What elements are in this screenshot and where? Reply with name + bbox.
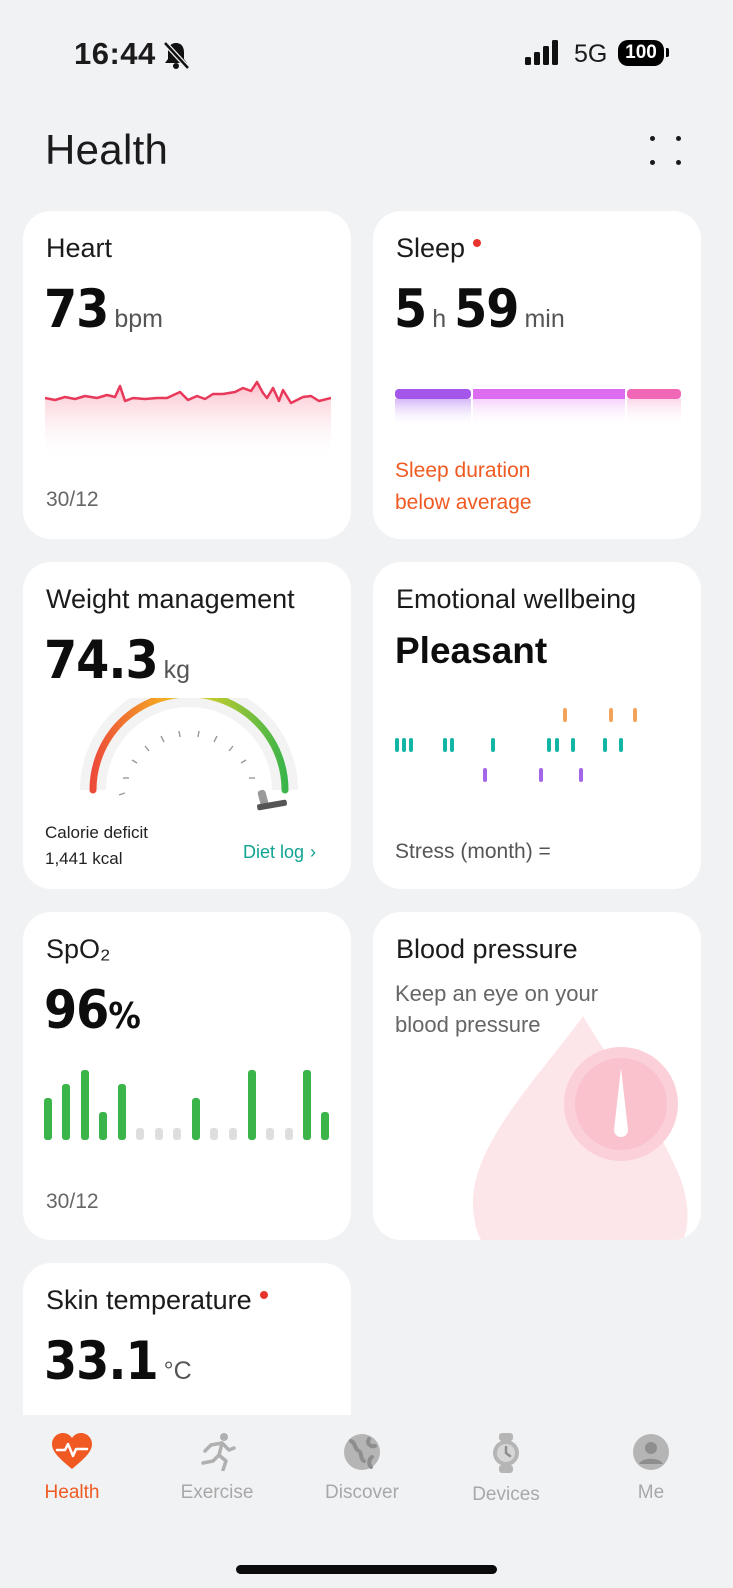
bottom-nav: Health Exercise Discover Devices Me xyxy=(0,1415,733,1588)
status-time: 16:44 xyxy=(74,36,156,71)
emotion-card[interactable]: Emotional wellbeing Pleasant Stress (mon… xyxy=(373,562,701,889)
unread-dot xyxy=(259,1291,268,1299)
sleep-duration-value: 5 h 59 min xyxy=(394,279,565,340)
weight-card[interactable]: Weight management 74.3 kg Calorie deficit xyxy=(23,562,351,889)
nav-exercise[interactable]: Exercise xyxy=(157,1433,277,1504)
blood-pressure-hint: Keep an eye on your blood pressure xyxy=(395,981,599,1037)
chevron-right-icon: › xyxy=(310,842,317,862)
nav-discover[interactable]: Discover xyxy=(302,1433,422,1504)
spo2-value: 96% xyxy=(44,980,141,1041)
person-icon xyxy=(633,1434,669,1470)
skin-temp-title: Skin temperature xyxy=(46,1285,268,1316)
heart-pulse-icon xyxy=(52,1433,92,1469)
running-icon xyxy=(201,1433,236,1472)
sleep-message: Sleep duration below average xyxy=(395,459,532,514)
emotion-title: Emotional wellbeing xyxy=(396,584,637,614)
unread-dot xyxy=(473,239,482,247)
home-indicator[interactable] xyxy=(236,1565,497,1574)
nav-health[interactable]: Health xyxy=(12,1433,132,1504)
diet-log-link[interactable]: Diet log › xyxy=(243,842,316,863)
weight-gauge xyxy=(80,698,298,811)
heart-date: 30/12 xyxy=(46,488,99,511)
signal-icon xyxy=(525,40,558,65)
blood-drop-gauge-icon xyxy=(473,1016,688,1240)
weight-value: 74.3 kg xyxy=(44,630,191,691)
weight-title: Weight management xyxy=(46,584,295,614)
status-bar: 16:44 5G 100 xyxy=(0,0,733,100)
blood-pressure-card[interactable]: Blood pressure Keep an eye on your blood … xyxy=(373,912,701,1240)
edit-cards-button[interactable] xyxy=(650,134,690,174)
spo2-date: 30/12 xyxy=(46,1190,99,1213)
nav-devices[interactable]: Devices xyxy=(446,1433,566,1506)
page-title: Health xyxy=(45,126,169,173)
blood-pressure-title: Blood pressure xyxy=(396,934,578,964)
heart-rate-chart xyxy=(45,380,331,461)
sleep-card[interactable]: Sleep 5 h 59 min Sleep duration below averag… xyxy=(373,211,701,539)
spo2-card[interactable]: SpO₂ 96% 30/12 xyxy=(23,912,351,1240)
battery-indicator: 100 xyxy=(618,40,664,66)
stress-summary: Stress (month) = xyxy=(395,840,551,863)
heart-title: Heart xyxy=(46,233,113,263)
nav-me[interactable]: Me xyxy=(591,1433,711,1504)
mood-timeline xyxy=(395,708,637,782)
bell-muted-icon xyxy=(163,41,190,70)
heart-card[interactable]: Heart 73 bpm 30/12 xyxy=(23,211,351,539)
watch-icon xyxy=(493,1433,519,1473)
sleep-stage-bar xyxy=(395,389,681,427)
heart-rate-value: 73 bpm xyxy=(44,279,163,340)
network-type: 5G xyxy=(574,40,608,68)
emotion-state: Pleasant xyxy=(395,630,548,671)
globe-icon xyxy=(344,1434,380,1470)
sleep-title: Sleep xyxy=(396,233,482,264)
battery-tip xyxy=(666,48,669,57)
skin-temp-value: 33.1 °C xyxy=(44,1331,192,1392)
spo2-title: SpO₂ xyxy=(46,934,111,964)
spo2-chart xyxy=(44,1070,329,1140)
calorie-deficit: Calorie deficit 1,441 kcal xyxy=(45,823,148,868)
